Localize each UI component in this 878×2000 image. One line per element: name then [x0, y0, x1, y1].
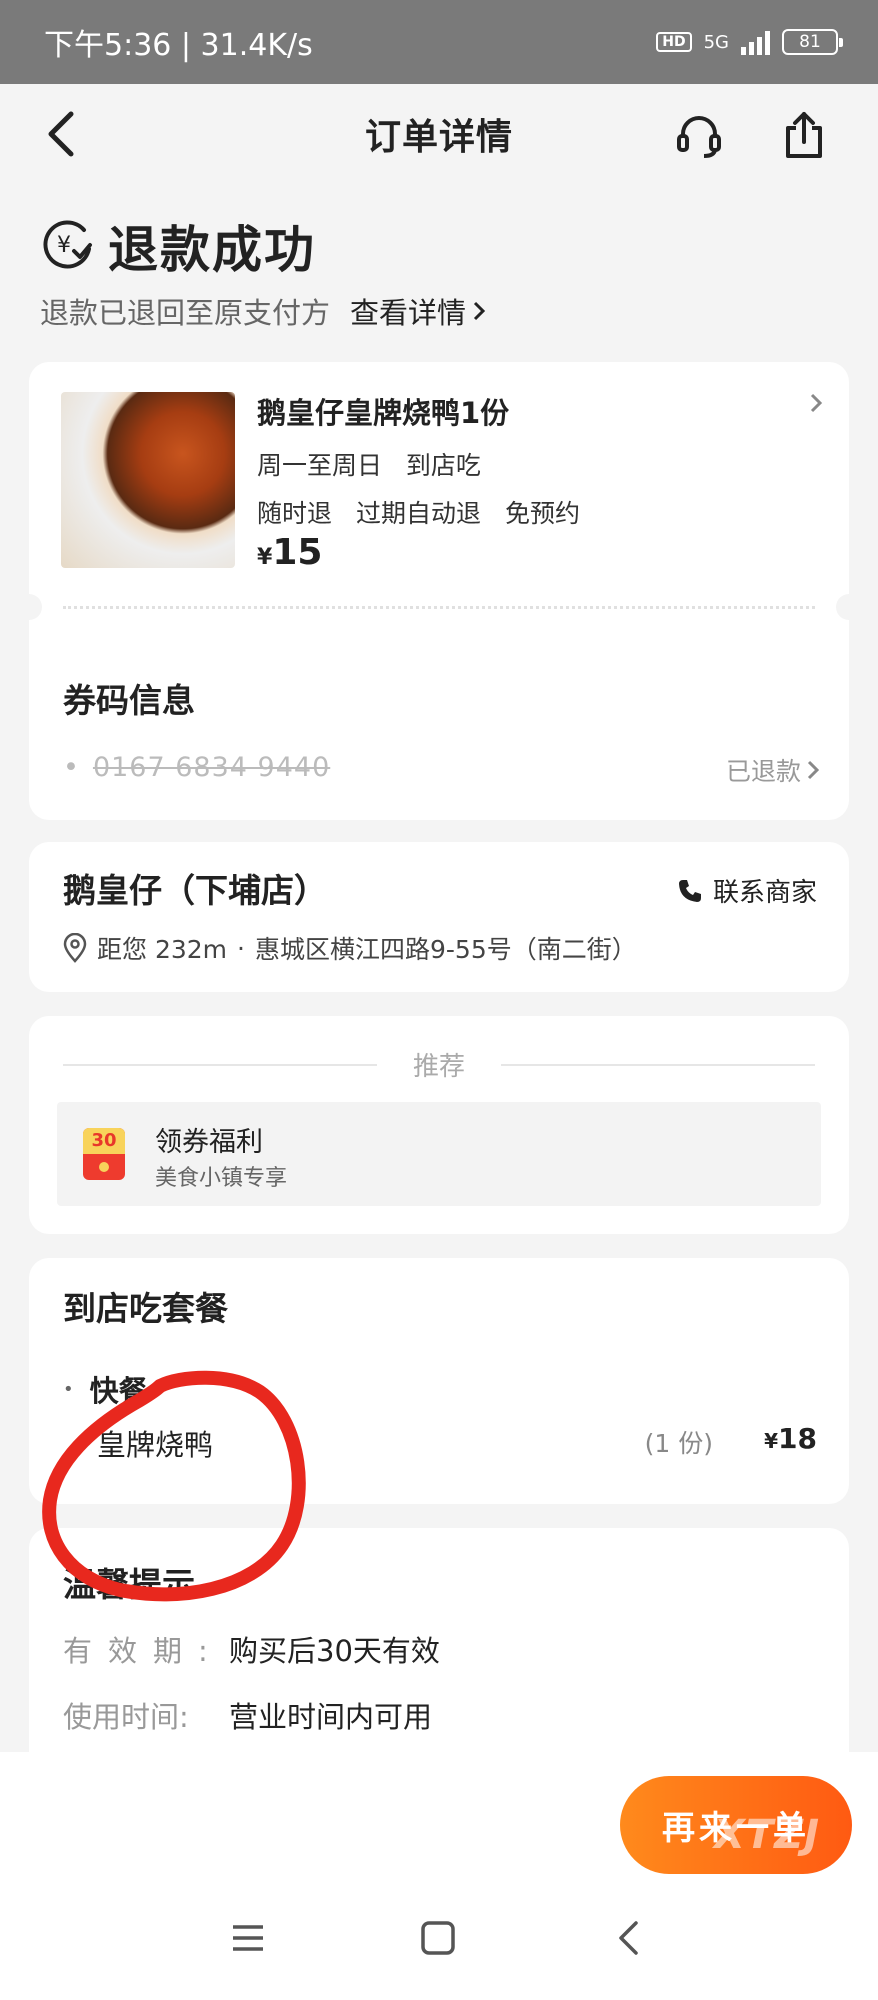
recommend-label: 推荐: [413, 1052, 466, 1082]
store-address-row[interactable]: 距您 232m · 惠城区横江四路9-55号（南二街）: [63, 930, 637, 966]
svg-text:¥: ¥: [57, 233, 71, 258]
tip-value: 购买后30天有效: [229, 1634, 440, 1668]
ticket-notch-left: [16, 594, 42, 620]
contact-merchant-button[interactable]: 联系商家: [677, 872, 817, 909]
tip-row-time: 使用时间: 营业时间内可用: [63, 1694, 432, 1736]
refund-status-title: 退款成功: [108, 221, 316, 279]
status-bar: 下午5:36 | 31.4K/s HD 5G 81: [0, 0, 878, 84]
product-usage-days: 周一至周日 到店吃: [257, 446, 481, 482]
status-icons: HD 5G 81: [656, 29, 843, 55]
package-title: 到店吃套餐: [63, 1289, 228, 1328]
product-tags: 随时退 过期自动退 免预约: [257, 494, 580, 530]
usage-mode: 到店吃: [405, 451, 481, 480]
red-packet-icon: 30: [83, 1128, 125, 1180]
coupon-subtitle: 美食小镇专享: [155, 1166, 288, 1191]
ticket-notch-right: [836, 594, 862, 620]
currency-symbol: ¥: [764, 1429, 779, 1453]
page-title: 订单详情: [364, 117, 513, 158]
tip-row-validity: 有效期: 购买后30天有效: [63, 1628, 440, 1670]
nav-bar: 订单详情: [0, 84, 878, 184]
product-image[interactable]: [61, 392, 235, 568]
product-price: ¥15: [257, 532, 322, 573]
chevron-right-icon[interactable]: [809, 392, 823, 414]
battery-level: 81: [799, 32, 821, 52]
bullet: •: [63, 1378, 74, 1400]
package-item-price: ¥18: [764, 1422, 817, 1455]
coupon-title: 领券福利: [155, 1127, 263, 1158]
package-price-value: 18: [778, 1422, 817, 1455]
tips-card: 温馨提示 有效期: 购买后30天有效 使用时间: 营业时间内可用: [29, 1528, 849, 1788]
usage-days: 周一至周日: [257, 451, 383, 480]
package-category-label: 快餐: [89, 1374, 148, 1408]
voucher-code-row: • 0167 6834 9440: [63, 752, 330, 783]
coupon-badge: 30: [83, 1128, 125, 1154]
customer-service-icon[interactable]: [670, 106, 728, 164]
tip-label: 有效期:: [63, 1634, 224, 1668]
order-product-card: 鹅皇仔皇牌烧鸭1份 周一至周日 到店吃 随时退 过期自动退 免预约 ¥15 券码…: [16, 362, 862, 820]
home-icon[interactable]: [408, 1908, 468, 1968]
store-address: 惠城区横江四路9-55号（南二街）: [254, 935, 637, 964]
system-back-icon[interactable]: [598, 1908, 658, 1968]
divider-line: [63, 1063, 377, 1066]
recommend-card: 推荐 30 领券福利 美食小镇专享: [29, 1016, 849, 1234]
watermark: XTZJ: [714, 1812, 821, 1858]
system-nav-bar: [0, 1894, 878, 1984]
phone-icon: [678, 879, 701, 902]
back-icon[interactable]: [34, 106, 90, 162]
voucher-status-label: 已退款: [725, 757, 801, 786]
voucher-code: 0167 6834 9440: [92, 752, 331, 783]
battery-icon: 81: [782, 29, 843, 55]
store-distance: 距您 232m: [97, 935, 228, 964]
package-category: • 快餐: [63, 1368, 148, 1410]
signal-icon: [741, 29, 770, 55]
chevron-right-icon: [807, 760, 819, 780]
refund-status-header: ¥ 退款成功: [40, 210, 316, 282]
menu-icon[interactable]: [218, 1908, 278, 1968]
price-value: 15: [272, 532, 323, 573]
currency-symbol: ¥: [257, 545, 273, 570]
package-item-qty: (1 份): [644, 1429, 713, 1458]
red-packet-seal: [99, 1162, 109, 1172]
yen-refund-icon: ¥: [40, 217, 94, 275]
refund-desc: 退款已退回至原支付方: [40, 296, 331, 330]
tip-label: 使用时间:: [63, 1700, 189, 1734]
product-name[interactable]: 鹅皇仔皇牌烧鸭1份: [257, 390, 509, 432]
coupon-promo[interactable]: 30 领券福利 美食小镇专享: [57, 1102, 821, 1206]
tag-auto-refund: 过期自动退: [356, 499, 482, 528]
package-card: 到店吃套餐 • 快餐 皇牌烧鸭 (1 份) ¥18: [29, 1258, 849, 1504]
location-pin-icon: [63, 933, 87, 963]
voucher-section-title: 券码信息: [63, 681, 195, 720]
package-item-name: 皇牌烧鸭: [97, 1428, 214, 1462]
bullet: •: [63, 752, 79, 783]
chevron-right-icon: [473, 301, 486, 321]
tag-refund-anytime: 随时退: [257, 499, 333, 528]
tag-no-reservation: 免预约: [505, 499, 581, 528]
view-details-label: 查看详情: [350, 296, 467, 330]
refund-status-subtitle: 退款已退回至原支付方 查看详情: [40, 290, 486, 332]
status-time: 下午5:36 | 31.4K/s: [44, 28, 313, 63]
store-card: 鹅皇仔（下埔店） 联系商家 距您 232m · 惠城区横江四路9-55号（南二街…: [29, 842, 849, 992]
contact-merchant-label: 联系商家: [712, 878, 817, 908]
separator-dot: ·: [237, 933, 245, 963]
recommend-divider: 推荐: [63, 1046, 816, 1083]
tips-title: 温馨提示: [63, 1565, 195, 1604]
ticket-divider: [63, 606, 815, 609]
tip-value: 营业时间内可用: [229, 1700, 433, 1734]
share-icon[interactable]: [776, 106, 832, 164]
voucher-status[interactable]: 已退款: [726, 752, 819, 788]
view-details-link[interactable]: 查看详情: [350, 290, 486, 332]
hd-badge: HD: [656, 32, 692, 52]
bottom-action-bar: 再来一单 XTZJ: [0, 1752, 878, 2000]
divider-line: [501, 1063, 816, 1066]
network-label: 5G: [703, 31, 729, 53]
store-name[interactable]: 鹅皇仔（下埔店）: [63, 864, 327, 912]
